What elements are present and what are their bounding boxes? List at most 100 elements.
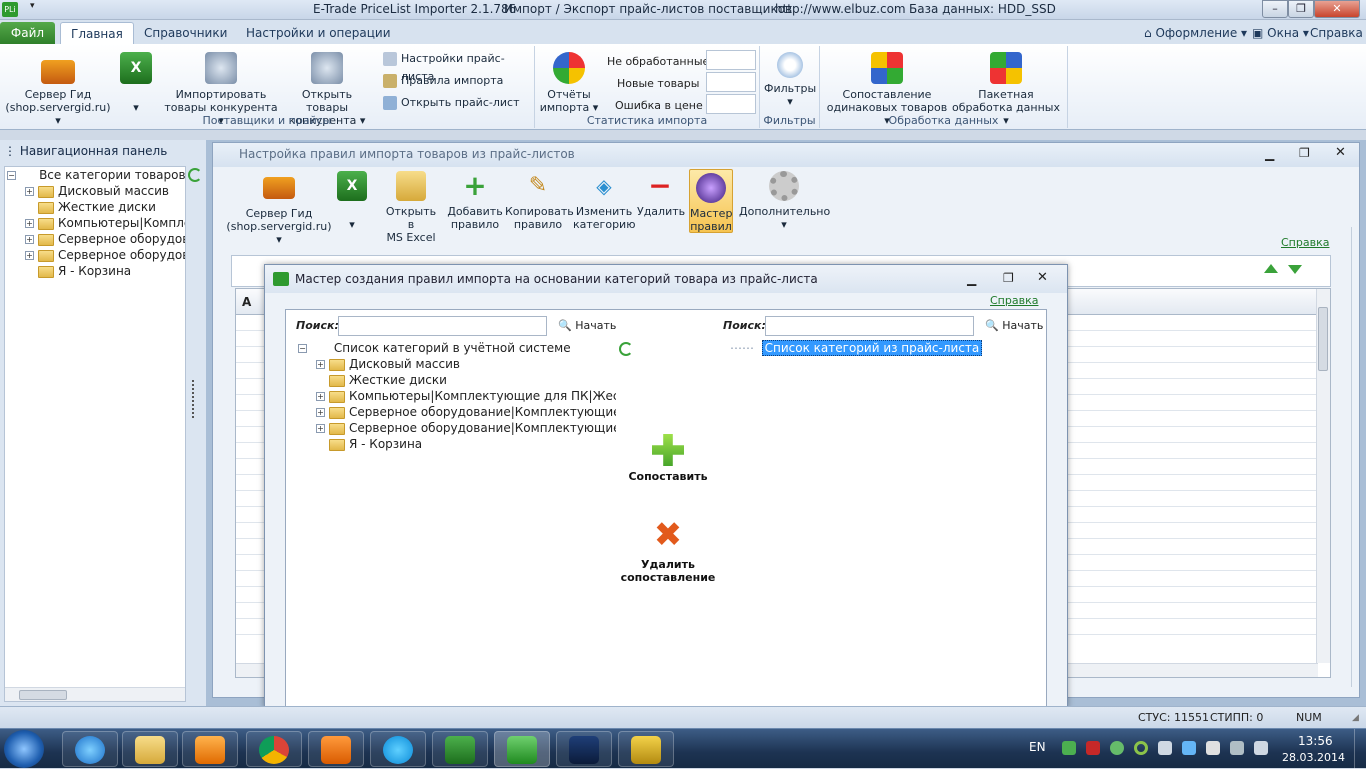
taskbar-media-player[interactable]: [182, 731, 238, 767]
clock-time[interactable]: 13:56: [1298, 734, 1333, 748]
taskbar-photoshop[interactable]: [556, 731, 612, 767]
tree-item[interactable]: + Серверное оборудова: [25, 231, 185, 247]
tray-clover-icon[interactable]: [1110, 741, 1124, 755]
tray-speaker-icon[interactable]: [1254, 741, 1268, 755]
expand-icon[interactable]: +: [25, 187, 34, 196]
dialog-help-link[interactable]: Справка: [990, 294, 1038, 307]
copy-rule-button[interactable]: ✎ Копировать правило: [505, 171, 574, 231]
left-tree-root[interactable]: − Список категорий в учётной системе: [298, 340, 571, 356]
tree-item[interactable]: Жесткие диски: [25, 199, 156, 215]
column-a-header[interactable]: A: [242, 295, 251, 309]
filters-button[interactable]: Фильтры ▾: [764, 52, 816, 108]
rules-master-button[interactable]: Мастер правил: [689, 169, 733, 233]
win1-server-button[interactable]: Сервер Гид (shop.servergid.ru) ▾: [225, 171, 333, 246]
tray-adobe-icon[interactable]: [1086, 741, 1100, 755]
win1-restore-icon[interactable]: ❐: [1299, 146, 1310, 160]
new-goods-field[interactable]: [706, 72, 756, 92]
expand-icon[interactable]: +: [316, 424, 325, 433]
close-button[interactable]: ✕: [1314, 0, 1360, 18]
tree-item[interactable]: + Серверное оборудова: [25, 247, 185, 263]
qat-dropdown-icon[interactable]: ▾: [30, 1, 35, 11]
right-tree-root[interactable]: ⋯⋯ Список категорий из прайс-листа: [730, 340, 983, 356]
taskbar-excel[interactable]: [432, 731, 488, 767]
change-category-button[interactable]: ◈ Изменить категорию: [573, 171, 635, 231]
tray-ring-icon[interactable]: [1134, 741, 1148, 755]
left-tree-item[interactable]: + Компьютеры|Комплектующие для ПК|Жестки: [316, 388, 616, 404]
dialog-restore-icon[interactable]: ❐: [1003, 271, 1014, 285]
left-tree-item[interactable]: + Дисковый массив: [316, 356, 460, 372]
not-processed-field[interactable]: [706, 50, 756, 70]
right-search-button[interactable]: 🔍 Начать: [985, 319, 1043, 332]
left-search-button[interactable]: 🔍 Начать: [558, 319, 616, 332]
grid-vscrollbar[interactable]: [1316, 289, 1330, 663]
scrollbar-thumb[interactable]: [19, 690, 67, 700]
open-price-button[interactable]: Открыть прайс-лист: [383, 94, 519, 112]
tree-root[interactable]: − Все категории товаров: [7, 167, 186, 183]
splitter-grip[interactable]: [192, 380, 196, 418]
win1-help-link[interactable]: Справка: [1281, 236, 1329, 249]
tray-network-icon[interactable]: [1230, 741, 1244, 755]
expand-icon[interactable]: +: [316, 408, 325, 417]
tray-monitor-icon[interactable]: [1182, 741, 1196, 755]
maximize-button[interactable]: ❐: [1288, 0, 1314, 18]
move-down-icon[interactable]: [1288, 265, 1302, 274]
price-error-field[interactable]: [706, 94, 756, 114]
taskbar-explorer[interactable]: [122, 731, 178, 767]
refresh-icon[interactable]: [619, 342, 633, 356]
taskbar-chrome[interactable]: [246, 731, 302, 767]
expand-icon[interactable]: +: [25, 235, 34, 244]
expand-icon[interactable]: +: [316, 392, 325, 401]
tree-item[interactable]: Я - Корзина: [25, 263, 131, 279]
nav-refresh-icon[interactable]: [188, 168, 202, 182]
right-search-input[interactable]: [765, 316, 974, 336]
collapse-icon[interactable]: −: [7, 171, 16, 180]
add-rule-button[interactable]: + Добавить правило: [447, 171, 503, 232]
taskbar-pli[interactable]: [494, 731, 550, 767]
tree-item[interactable]: + Дисковый массив: [25, 183, 169, 199]
delete-rule-button[interactable]: − Удалить: [637, 171, 685, 219]
expand-icon[interactable]: +: [25, 251, 34, 260]
left-tree-item[interactable]: + Серверное оборудование|Комплектующие к …: [316, 420, 616, 436]
nav-hscrollbar[interactable]: [5, 687, 185, 701]
dialog-close-icon[interactable]: ✕: [1037, 270, 1048, 285]
move-up-icon[interactable]: [1264, 264, 1278, 273]
reports-button[interactable]: Отчёты импорта ▾: [539, 52, 599, 114]
tray-flag-icon[interactable]: [1206, 741, 1220, 755]
expand-icon[interactable]: +: [25, 219, 34, 228]
tab-settings[interactable]: Настройки и операции: [236, 22, 401, 44]
unmatch-button[interactable]: ✖ Удалить сопоставление: [608, 518, 728, 584]
open-in-excel-button[interactable]: Открыть в MS Excel: [381, 171, 441, 244]
expand-icon[interactable]: +: [316, 360, 325, 369]
win1-excel-button[interactable]: X ▾: [337, 171, 367, 231]
win1-minimize-icon[interactable]: ▁: [1265, 147, 1274, 161]
tray-green-icon[interactable]: [1062, 741, 1076, 755]
tab-main[interactable]: Главная: [60, 22, 134, 44]
extra-button[interactable]: Дополнительно ▾: [739, 171, 830, 231]
tree-item[interactable]: + Компьютеры|Комплек: [25, 215, 185, 231]
taskbar-app[interactable]: [618, 731, 674, 767]
show-desktop-button[interactable]: [1354, 729, 1366, 769]
resize-grip-icon[interactable]: ◢: [1352, 713, 1359, 723]
clock-date[interactable]: 28.03.2014: [1282, 751, 1345, 764]
scrollbar-thumb[interactable]: [1318, 307, 1328, 371]
left-tree-item[interactable]: Я - Корзина: [316, 436, 422, 452]
language-indicator[interactable]: EN: [1029, 740, 1046, 754]
start-button[interactable]: [4, 730, 44, 768]
left-tree-item[interactable]: + Серверное оборудование|Комплектующие к …: [316, 404, 616, 420]
minimize-button[interactable]: –: [1262, 0, 1288, 18]
excel-button[interactable]: X ▾: [118, 52, 154, 114]
match-button[interactable]: Сопоставить: [618, 434, 718, 483]
file-tab[interactable]: Файл: [0, 22, 55, 44]
taskbar-skype[interactable]: [370, 731, 426, 767]
windows-menu[interactable]: ▣ Окна ▾: [1252, 26, 1309, 40]
tab-references[interactable]: Справочники: [134, 22, 237, 44]
left-search-input[interactable]: [338, 316, 547, 336]
taskbar-pdf[interactable]: [308, 731, 364, 767]
tray-volume-icon[interactable]: [1158, 741, 1172, 755]
dialog-minimize-icon[interactable]: ▁: [967, 272, 976, 286]
collapse-icon[interactable]: −: [298, 344, 307, 353]
price-settings-button[interactable]: Настройки прайс-листа: [383, 50, 534, 83]
import-rules-button[interactable]: Правила импорта: [383, 72, 503, 90]
appearance-menu[interactable]: ⌂ Оформление ▾: [1144, 26, 1247, 40]
win1-close-icon[interactable]: ✕: [1335, 145, 1346, 160]
